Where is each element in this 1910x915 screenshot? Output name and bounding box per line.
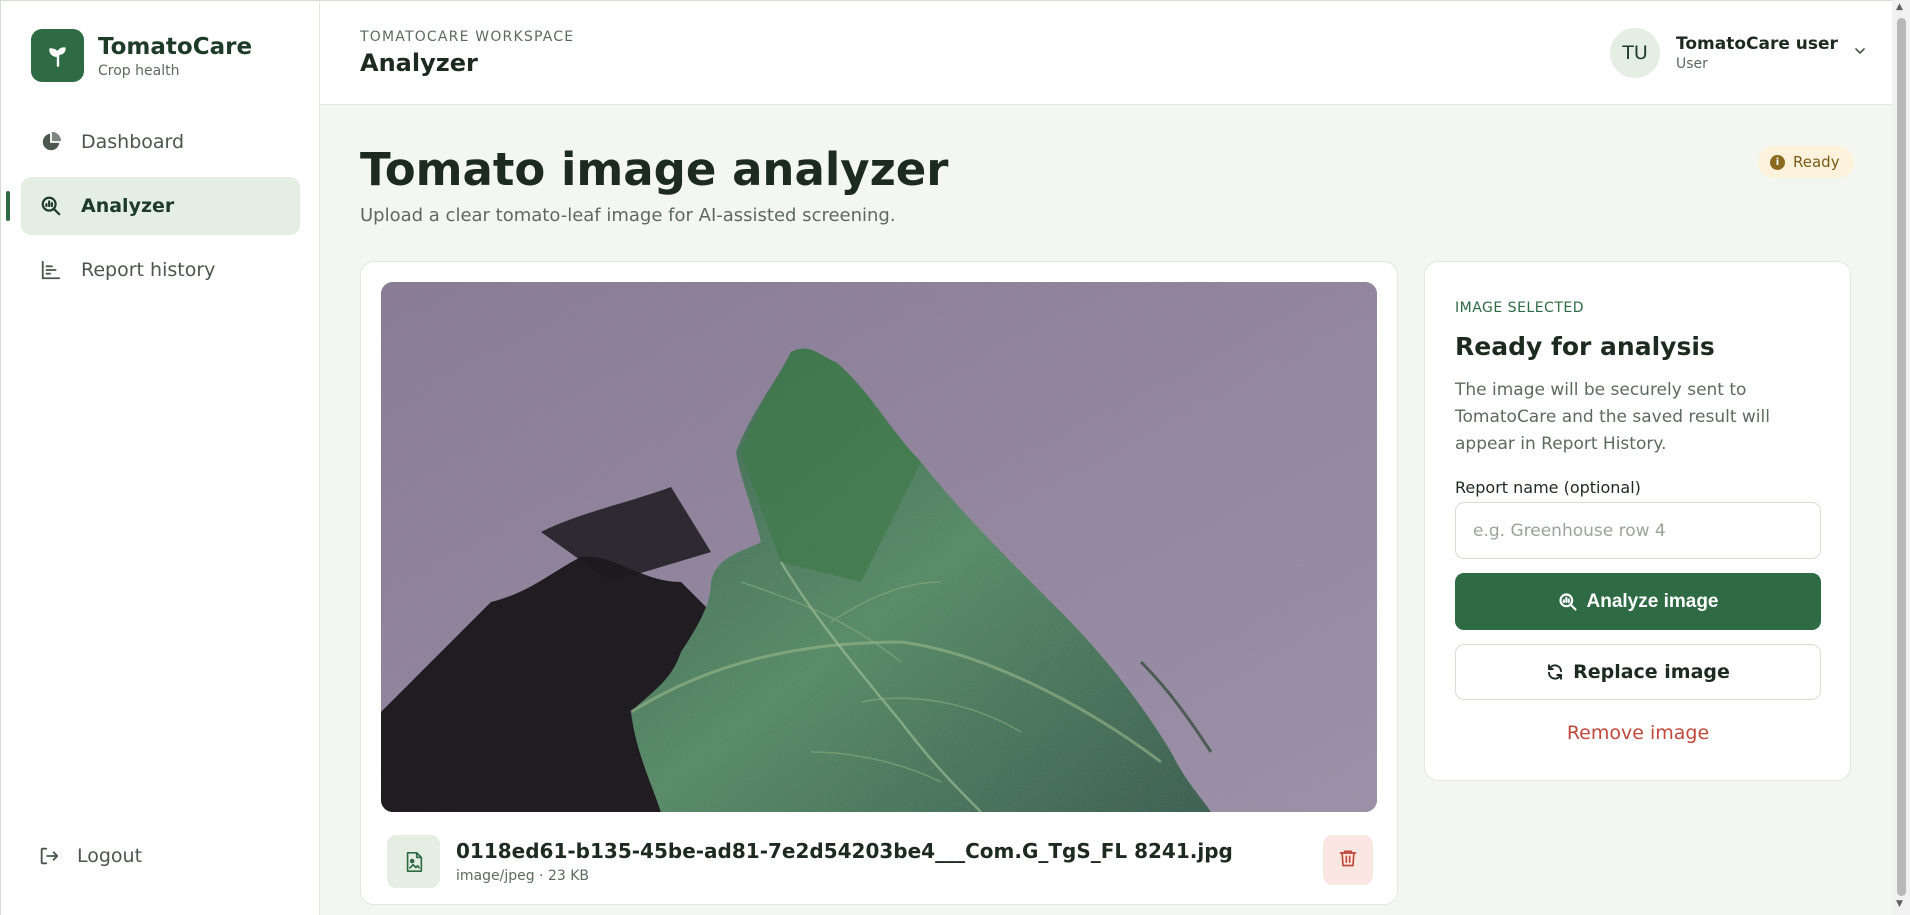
- scroll-up-arrow-icon[interactable]: ▲: [1896, 2, 1903, 12]
- remove-image-link[interactable]: Remove image: [1455, 722, 1821, 744]
- analysis-panel: IMAGE SELECTED Ready for analysis The im…: [1424, 261, 1851, 781]
- bar-chart-icon: [39, 258, 63, 282]
- brand[interactable]: TomatoCare Crop health: [31, 29, 252, 82]
- file-meta: image/jpeg · 23 KB: [456, 868, 589, 884]
- panel-eyebrow: IMAGE SELECTED: [1455, 300, 1585, 316]
- sidebar-nav: Dashboard Analyzer Report history: [6, 113, 300, 305]
- brand-name: TomatoCare: [98, 33, 253, 60]
- file-info-row: 0118ed61-b135-45be-ad81-7e2d54203be4___C…: [387, 833, 1373, 888]
- pie-chart-icon: [39, 130, 63, 154]
- user-menu[interactable]: TU TomatoCare user User: [1610, 28, 1868, 78]
- scroll-down-arrow-icon[interactable]: ▼: [1896, 899, 1903, 909]
- user-name: TomatoCare user: [1676, 34, 1838, 54]
- analyze-image-label: Analyze image: [1586, 590, 1719, 612]
- report-name-input[interactable]: [1455, 502, 1821, 559]
- leaf-preview-image: [381, 282, 1377, 812]
- refresh-icon: [1546, 663, 1564, 681]
- user-role: User: [1676, 56, 1708, 72]
- sidebar-item-label: Report history: [81, 259, 216, 281]
- page-scrollbar[interactable]: ▲ ▼: [1892, 0, 1910, 915]
- image-preview-card: 0118ed61-b135-45be-ad81-7e2d54203be4___C…: [360, 261, 1398, 905]
- status-badge-label: Ready: [1793, 153, 1840, 171]
- delete-image-button[interactable]: [1323, 835, 1373, 885]
- sidebar-item-report-history[interactable]: Report history: [21, 241, 300, 299]
- sidebar-item-dashboard[interactable]: Dashboard: [21, 113, 300, 171]
- avatar: TU: [1610, 28, 1660, 78]
- sidebar-item-label: Analyzer: [81, 195, 175, 217]
- image-file-icon: [387, 835, 440, 888]
- trash-icon: [1338, 847, 1358, 873]
- page-header-title: Analyzer: [360, 49, 478, 77]
- sidebar-item-label: Dashboard: [81, 131, 185, 153]
- sidebar-item-analyzer[interactable]: Analyzer: [6, 177, 300, 235]
- logout-label: Logout: [77, 845, 143, 867]
- sidebar: TomatoCare Crop health Dashboard Analyze…: [0, 0, 320, 915]
- page-title: Tomato image analyzer: [360, 143, 949, 196]
- replace-image-button[interactable]: Replace image: [1455, 644, 1821, 700]
- brand-subtitle: Crop health: [98, 62, 180, 79]
- scan-search-icon: [1558, 592, 1578, 612]
- file-name: 0118ed61-b135-45be-ad81-7e2d54203be4___C…: [456, 839, 1233, 863]
- logout-icon: [37, 844, 61, 868]
- logout-button[interactable]: Logout: [37, 844, 142, 868]
- page-subtitle: Upload a clear tomato-leaf image for AI-…: [360, 205, 896, 226]
- report-name-label: Report name (optional): [1455, 478, 1641, 497]
- status-badge: i Ready: [1758, 146, 1854, 178]
- workspace-label: TOMATOCARE WORKSPACE: [360, 29, 575, 45]
- scroll-thumb[interactable]: [1897, 18, 1906, 896]
- scan-search-icon: [39, 194, 63, 218]
- panel-title: Ready for analysis: [1455, 332, 1715, 361]
- analyze-image-button[interactable]: Analyze image: [1455, 573, 1821, 630]
- replace-image-label: Replace image: [1573, 661, 1730, 683]
- info-icon: i: [1770, 154, 1785, 170]
- panel-description: The image will be securely sent to Tomat…: [1455, 380, 1770, 454]
- sprout-logo-icon: [31, 29, 84, 82]
- top-header: TOMATOCARE WORKSPACE Analyzer TU TomatoC…: [320, 0, 1910, 105]
- chevron-down-icon[interactable]: [1852, 43, 1868, 63]
